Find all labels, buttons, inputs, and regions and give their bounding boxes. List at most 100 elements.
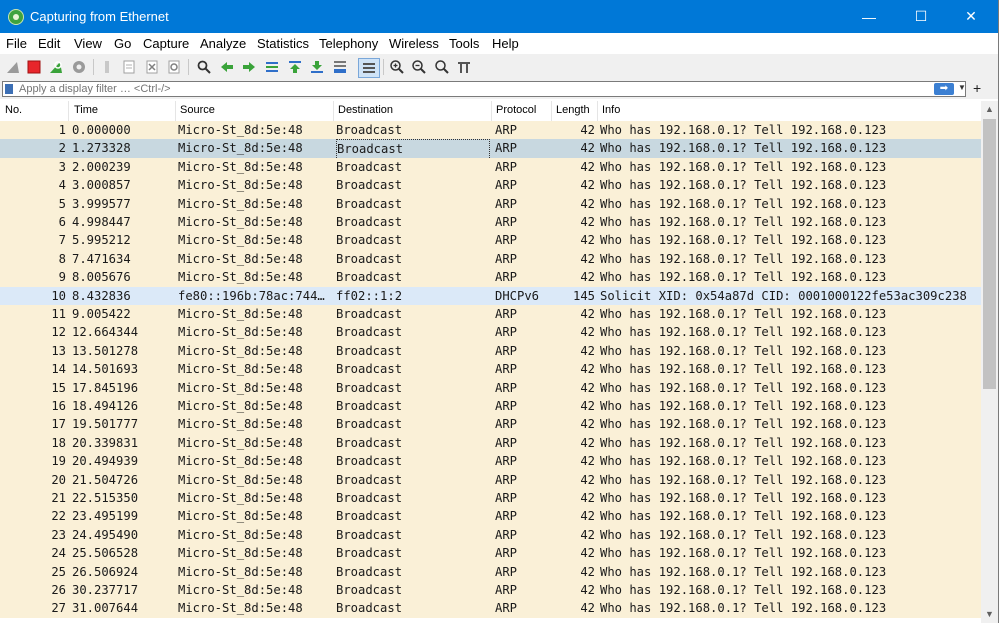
menu-go[interactable]: Go [114,36,131,51]
column-header-no[interactable]: No. [5,104,22,116]
packet-row[interactable]: 6 4.998447 Micro-St_8d:5e:48 Broadcast ARP 42… [0,213,981,232]
go-back-icon[interactable] [218,58,236,76]
go-forward-icon[interactable] [240,58,258,76]
packet-row[interactable]: 20 21.504726 Micro-St_8d:5e:48 Broadcast ARP… [0,470,981,489]
column-header-protocol[interactable]: Protocol [496,104,536,116]
packet-destination: Broadcast [336,270,403,285]
packet-row[interactable]: 15 17.845196 Micro-St_8d:5e:48 Broadcast ARP… [0,378,981,397]
minimize-button[interactable]: — [846,0,892,33]
packet-row[interactable]: 22 23.495199 Micro-St_8d:5e:48 Broadcast ARP… [0,507,981,526]
column-divider[interactable] [175,101,176,121]
reload-file-icon[interactable] [165,58,183,76]
packet-row[interactable]: 16 18.494126 Micro-St_8d:5e:48 Broadcast ARP… [0,397,981,416]
display-filter-input[interactable] [19,83,719,95]
close-file-icon[interactable] [143,58,161,76]
column-divider[interactable] [68,101,69,121]
go-last-icon[interactable] [308,58,326,76]
packet-row[interactable]: 25 26.506924 Micro-St_8d:5e:48 Broadcast ARP… [0,562,981,581]
column-divider[interactable] [551,101,552,121]
menu-wireless[interactable]: Wireless [389,36,439,51]
zoom-normal-icon[interactable] [433,58,451,76]
apply-filter-arrow-icon[interactable]: ➡ [934,83,954,95]
packet-row[interactable]: 19 20.494939 Micro-St_8d:5e:48 Broadcast ARP… [0,452,981,471]
packet-row[interactable]: 1 0.000000 Micro-St_8d:5e:48 Broadcast ARP 42… [0,121,981,140]
scroll-up-arrow-icon[interactable]: ▲ [981,101,998,118]
packet-row[interactable]: 27 31.007644 Micro-St_8d:5e:48 Broadcast ARP… [0,599,981,618]
scrollbar-thumb[interactable] [983,119,996,389]
packet-row[interactable]: 24 25.506528 Micro-St_8d:5e:48 Broadcast ARP… [0,544,981,563]
go-to-packet-icon[interactable] [263,58,281,76]
auto-scroll-icon[interactable] [331,58,349,76]
capture-options-icon[interactable] [70,58,88,76]
packet-row[interactable]: 5 3.999577 Micro-St_8d:5e:48 Broadcast ARP 42… [0,194,981,213]
packet-time: 25.506528 [72,546,139,561]
filter-bookmark-icon[interactable] [5,84,13,94]
packet-info: Who has 192.168.0.1? Tell 192.168.0.123 [600,583,887,597]
packet-list-scrollbar[interactable]: ▲ ▼ [981,101,998,623]
packet-row[interactable]: 23 24.495490 Micro-St_8d:5e:48 Broadcast ARP… [0,525,981,545]
column-header-destination[interactable]: Destination [338,104,393,116]
display-filter-input-box[interactable]: ➡ ▼ [2,81,966,97]
menu-capture[interactable]: Capture [143,36,189,51]
packet-time: 3.999577 [72,196,131,211]
close-button[interactable]: ✕ [948,0,994,33]
packet-row[interactable]: 9 8.005676 Micro-St_8d:5e:48 Broadcast ARP 42… [0,268,981,287]
packet-row[interactable]: 18 20.339831 Micro-St_8d:5e:48 Broadcast ARP… [0,433,981,453]
find-packet-icon[interactable] [195,58,213,76]
wireshark-app-icon [8,9,24,25]
colorize-icon[interactable] [358,58,380,78]
menu-help[interactable]: Help [492,36,519,51]
packet-row[interactable]: 8 7.471634 Micro-St_8d:5e:48 Broadcast ARP 42… [0,249,981,269]
column-divider[interactable] [491,101,492,121]
column-header-info[interactable]: Info [602,104,620,116]
packet-row[interactable]: 3 2.000239 Micro-St_8d:5e:48 Broadcast ARP 42… [0,157,981,177]
packet-row[interactable]: 17 19.501777 Micro-St_8d:5e:48 Broadcast ARP… [0,415,981,434]
go-first-icon[interactable] [286,58,304,76]
restart-capture-icon[interactable] [47,58,65,76]
menu-edit[interactable]: Edit [38,36,60,51]
filter-history-dropdown-icon[interactable]: ▼ [958,83,966,92]
packet-length: 42 [580,123,595,137]
maximize-button[interactable]: ☐ [898,0,944,33]
menu-telephony[interactable]: Telephony [319,36,378,51]
packet-row[interactable]: 26 30.237717 Micro-St_8d:5e:48 Broadcast ARP… [0,581,981,600]
packet-row[interactable]: 10 8.432836 fe80::196b:78ac:744… ff02::1:2 D… [0,286,981,305]
packet-row[interactable]: 2 1.273328 Micro-St_8d:5e:48 Broadcast ARP 42… [0,139,981,160]
packet-row[interactable]: 21 22.515350 Micro-St_8d:5e:48 Broadcast ARP… [0,489,981,508]
stop-capture-icon[interactable] [25,58,43,76]
zoom-in-icon[interactable] [388,58,406,76]
packet-length: 42 [580,307,595,321]
add-filter-button[interactable]: + [973,80,981,96]
packet-row[interactable]: 7 5.995212 Micro-St_8d:5e:48 Broadcast ARP 42… [0,231,981,250]
packet-destination: Broadcast [336,527,403,542]
open-file-icon[interactable] [98,58,116,76]
packet-row[interactable]: 14 14.501693 Micro-St_8d:5e:48 Broadcast ARP… [0,360,981,379]
column-header-length[interactable]: Length [556,104,590,116]
packet-destination: Broadcast [336,123,403,137]
packet-time: 26.506924 [72,564,139,579]
save-file-icon[interactable] [120,58,138,76]
menu-view[interactable]: View [74,36,102,51]
packet-row[interactable]: 12 12.664344 Micro-St_8d:5e:48 Broadcast ARP… [0,323,981,342]
packet-time: 9.005422 [72,307,131,321]
scroll-down-arrow-icon[interactable]: ▼ [981,606,998,623]
menu-file[interactable]: File [6,36,27,51]
packet-row[interactable]: 11 9.005422 Micro-St_8d:5e:48 Broadcast ARP 4… [0,305,981,324]
packet-length: 42 [580,583,595,597]
packet-length: 42 [580,472,595,487]
packet-row[interactable]: 4 3.000857 Micro-St_8d:5e:48 Broadcast ARP 42… [0,176,981,195]
menu-statistics[interactable]: Statistics [257,36,309,51]
shark-fin-start-icon[interactable] [4,58,22,76]
packet-row[interactable]: 13 13.501278 Micro-St_8d:5e:48 Broadcast ARP… [0,341,981,361]
packet-protocol: DHCPv6 [495,288,540,303]
packet-protocol: ARP [495,472,518,487]
column-header-time[interactable]: Time [74,104,98,116]
column-divider[interactable] [597,101,598,121]
column-divider[interactable] [333,101,334,121]
packet-destination: Broadcast [336,233,403,248]
resize-columns-icon[interactable] [455,58,473,76]
menu-tools[interactable]: Tools [449,36,479,51]
zoom-out-icon[interactable] [410,58,428,76]
column-header-source[interactable]: Source [180,104,215,116]
menu-analyze[interactable]: Analyze [200,36,246,51]
